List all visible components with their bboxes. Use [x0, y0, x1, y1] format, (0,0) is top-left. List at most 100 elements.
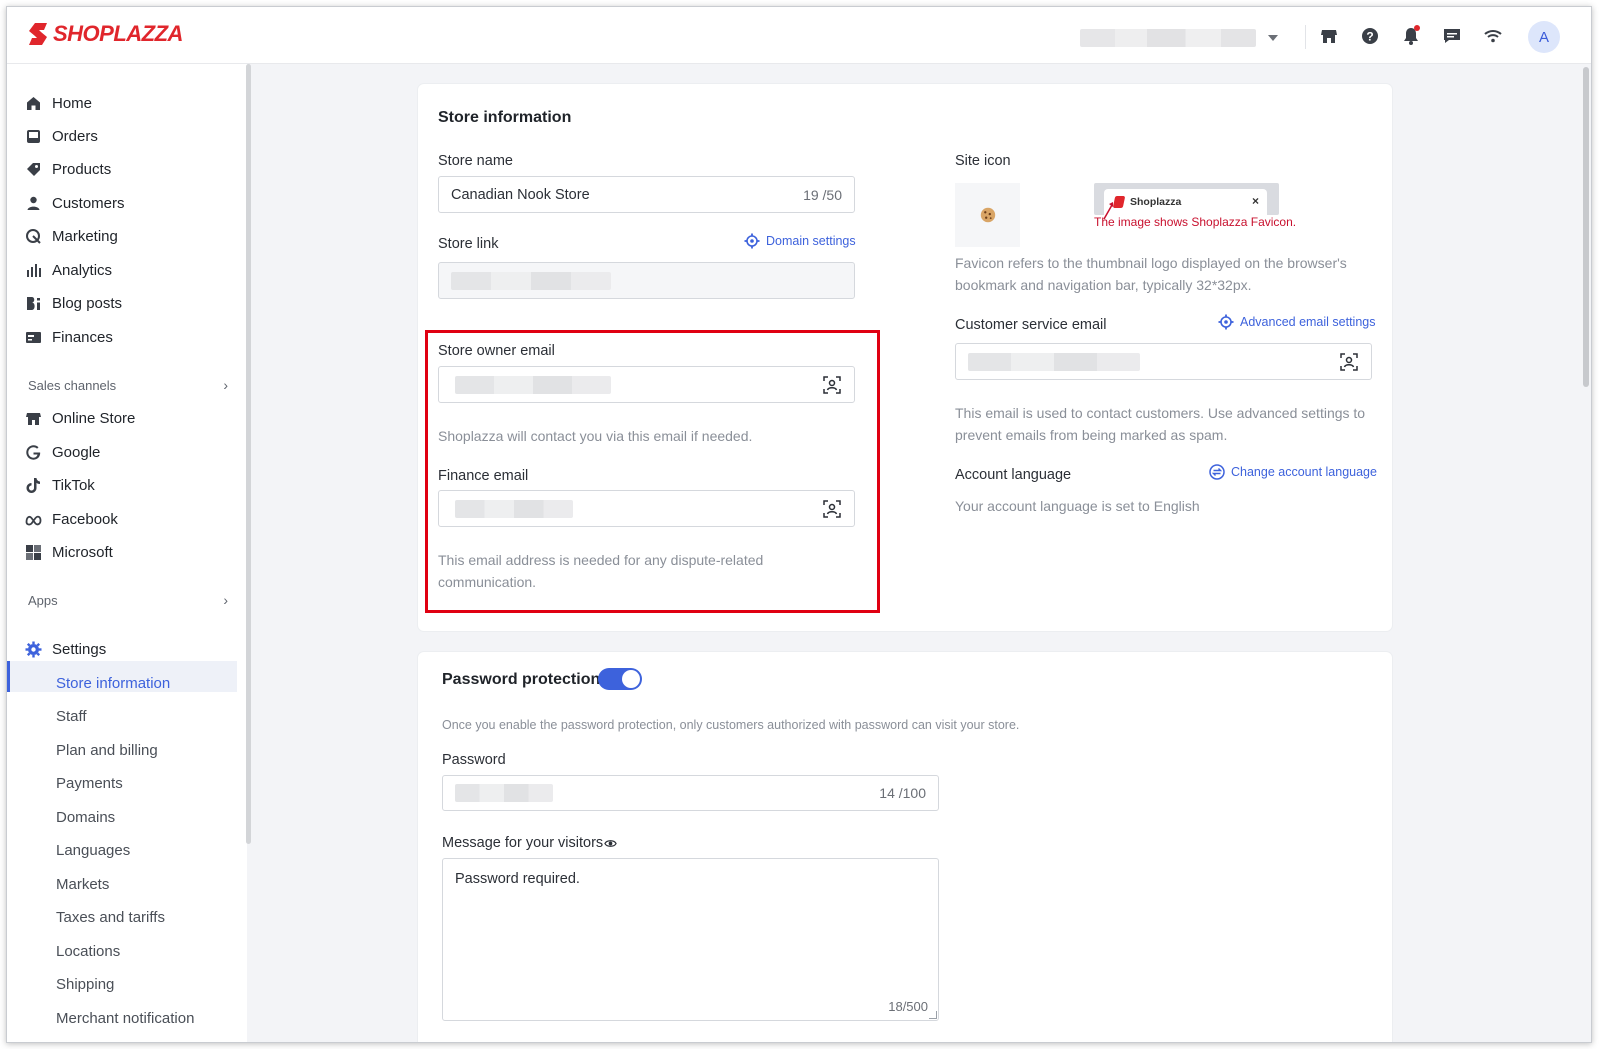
finance-email-input[interactable] — [438, 490, 855, 527]
sidebar-item-label: Home — [52, 94, 93, 112]
sidebar-item-label: Marketing — [52, 227, 118, 245]
person-icon — [27, 196, 40, 210]
tab-title: Shoplazza — [1130, 196, 1182, 208]
gear-icon — [1218, 314, 1234, 330]
sidebar-item-domains[interactable]: Domains — [56, 802, 115, 832]
sidebar-item-merchant-notification[interactable]: Merchant notification — [56, 1003, 194, 1033]
shoplazza-logo[interactable]: SHOPLAZZA — [27, 21, 183, 47]
store-name-input[interactable]: Canadian Nook Store 19 /50 — [438, 176, 855, 213]
eye-icon[interactable] — [604, 837, 617, 850]
domain-settings-link[interactable]: Domain settings — [744, 233, 856, 249]
sidebar-item-analytics[interactable]: Analytics — [25, 255, 112, 285]
sidebar-item-label: Orders — [52, 127, 98, 145]
sidebar-item-microsoft[interactable]: Microsoft — [25, 537, 113, 567]
sidebar-item-label: Microsoft — [52, 543, 113, 561]
store-name-label: Store name — [438, 153, 513, 169]
owner-email-input[interactable] — [438, 366, 855, 403]
storefront-icon[interactable] — [1317, 24, 1341, 48]
visitor-message-value: Password required. — [455, 871, 580, 887]
sidebar-item-taxes-and-tariffs[interactable]: Taxes and tariffs — [56, 902, 165, 932]
sidebar-item-label: TikTok — [52, 476, 95, 494]
finance-email-help: This email address is needed for any dis… — [438, 552, 764, 590]
page-scrollbar[interactable] — [1583, 67, 1589, 387]
cs-email-input[interactable] — [955, 343, 1372, 380]
sidebar-scrollbar[interactable] — [246, 64, 251, 844]
sidebar-item-google[interactable]: Google — [25, 437, 100, 467]
divider — [1305, 25, 1306, 49]
sidebar-item-store-information[interactable]: Store information — [56, 668, 170, 698]
google-icon — [26, 444, 41, 460]
avatar[interactable]: A — [1528, 21, 1560, 53]
sales-channels-section[interactable]: Sales channels › — [28, 377, 228, 393]
store-link-input[interactable] — [438, 262, 855, 299]
password-input[interactable]: 14 /100 — [442, 775, 939, 811]
message-label: Message for your visitors — [442, 835, 604, 851]
store-name-redacted — [1080, 29, 1256, 47]
card-title: Store information — [438, 109, 572, 126]
sidebar-item-payments[interactable]: Payments — [56, 768, 123, 798]
meta-icon — [25, 515, 42, 525]
sidebar-item-label: Google — [52, 443, 101, 461]
sidebar-item-marketing[interactable]: Marketing — [25, 221, 118, 251]
sidebar-item-plan-and-billing[interactable]: Plan and billing — [56, 735, 158, 765]
wifi-icon[interactable] — [1481, 24, 1505, 48]
resize-handle[interactable] — [929, 1011, 937, 1019]
owner-email-redacted — [455, 375, 611, 394]
finance-email-redacted — [455, 499, 573, 518]
sidebar-item-facebook[interactable]: Facebook — [25, 504, 118, 534]
sidebar-item-online-store[interactable]: Online Store — [25, 403, 135, 433]
tiktok-icon — [26, 477, 40, 493]
sidebar-item-languages[interactable]: Languages — [56, 835, 130, 865]
sidebar-item-label: Blog posts — [52, 294, 123, 312]
apps-section[interactable]: Apps › — [28, 592, 228, 608]
favicon-annotation: The image shows Shoplazza Favicon. — [1094, 215, 1297, 229]
password-protection-toggle[interactable] — [598, 668, 642, 690]
close-icon: × — [1251, 194, 1259, 208]
help-icon[interactable]: ? — [1358, 24, 1382, 48]
sidebar-item-finances[interactable]: Finances — [25, 322, 113, 352]
sidebar-item-label: Analytics — [52, 261, 113, 279]
chat-icon[interactable] — [1440, 24, 1464, 48]
sidebar-item-label: Products — [52, 160, 112, 178]
sidebar-item-orders[interactable]: Orders — [25, 121, 98, 151]
sidebar-item-customers[interactable]: Customers — [25, 188, 125, 218]
tag-icon — [27, 162, 40, 176]
bell-icon[interactable] — [1399, 24, 1423, 48]
sidebar-item-settings[interactable]: Settings — [25, 634, 106, 664]
visitor-message-textarea[interactable]: Password required. 18/500 — [442, 858, 939, 1021]
toggle-knob — [622, 670, 640, 688]
svg-text:?: ? — [1366, 30, 1373, 44]
advanced-email-settings-link[interactable]: Advanced email settings — [1218, 314, 1376, 330]
sidebar-item-products[interactable]: Products — [25, 154, 111, 184]
sidebar-item-locations[interactable]: Locations — [56, 936, 120, 966]
password-description: Once you enable the password protection,… — [442, 718, 1020, 732]
notification-dot — [1414, 25, 1420, 31]
change-account-language-link[interactable]: Change account language — [1209, 464, 1377, 480]
app-window: SHOPLAZZA ? A Home Orders Products Custo… — [6, 6, 1592, 1043]
char-counter: 19 /50 — [803, 186, 842, 203]
chevron-down-icon — [1268, 35, 1278, 41]
password-redacted — [455, 784, 553, 802]
sidebar-item-blog-posts[interactable]: Blog posts — [25, 288, 122, 318]
reveal-icon[interactable] — [822, 499, 842, 519]
char-counter: 18/500 — [888, 999, 928, 1014]
message-label-row: Message for your visitors — [442, 835, 617, 851]
section-label: Sales channels — [28, 377, 117, 393]
reveal-icon[interactable] — [822, 375, 842, 395]
sidebar-item-label: Finances — [52, 328, 113, 346]
site-icon-upload[interactable] — [955, 183, 1020, 247]
sidebar-item-label: Facebook — [52, 510, 118, 528]
brand-name: SHOPLAZZA — [53, 21, 183, 46]
store-selector[interactable] — [1080, 27, 1280, 49]
sidebar-item-tiktok[interactable]: TikTok — [25, 470, 95, 500]
sidebar-item-home[interactable]: Home — [25, 88, 92, 118]
sidebar-item-shipping[interactable]: Shipping — [56, 969, 114, 999]
advanced-email-settings-label: Advanced email settings — [1240, 315, 1376, 329]
sidebar-item-markets[interactable]: Markets — [56, 869, 109, 899]
marketing-icon — [26, 228, 41, 244]
sidebar-item-label: Settings — [52, 640, 107, 658]
browser-tab: Shoplazza × — [1104, 189, 1267, 215]
sidebar-item-staff[interactable]: Staff — [56, 701, 87, 731]
reveal-icon[interactable] — [1339, 352, 1359, 372]
finance-email-label: Finance email — [438, 468, 529, 484]
